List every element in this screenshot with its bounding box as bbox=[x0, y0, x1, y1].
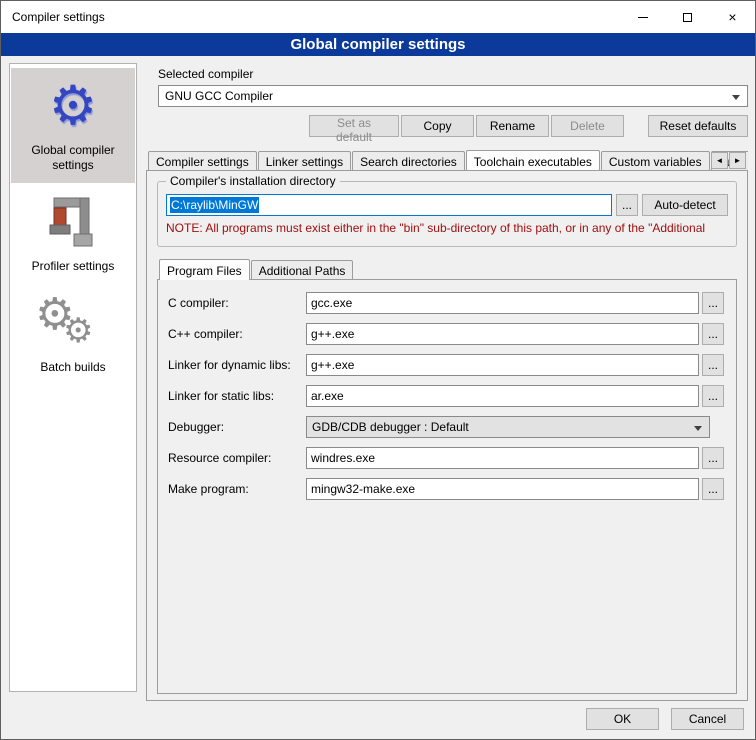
resource-compiler-label: Resource compiler: bbox=[168, 451, 306, 465]
dynamic-linker-label: Linker for dynamic libs: bbox=[168, 358, 306, 372]
tab-additional-paths[interactable]: Additional Paths bbox=[251, 260, 354, 279]
installation-directory-groupbox: Compiler's installation directory C:\ray… bbox=[157, 181, 737, 247]
page-title: Global compiler settings bbox=[1, 33, 755, 56]
delete-button: Delete bbox=[551, 115, 624, 137]
gear-icon: ⚙ bbox=[63, 311, 93, 351]
debugger-label: Debugger: bbox=[168, 420, 306, 434]
field-row: C compiler: ... bbox=[168, 292, 724, 314]
arrow-right-icon: ► bbox=[734, 156, 742, 165]
tab-program-files[interactable]: Program Files bbox=[159, 259, 250, 280]
field-row: Resource compiler: ... bbox=[168, 447, 724, 469]
maximize-icon bbox=[683, 13, 692, 22]
programs-subtabs: Program Files Additional Paths bbox=[157, 259, 737, 279]
compiler-select[interactable]: GNU GCC Compiler bbox=[158, 85, 748, 107]
window-controls: × bbox=[620, 1, 755, 33]
chevron-down-icon bbox=[694, 426, 702, 435]
c-compiler-input[interactable] bbox=[306, 292, 699, 314]
settings-tabstrip: Compiler settings Linker settings Search… bbox=[146, 150, 748, 170]
sidebar-item-label: Profiler settings bbox=[13, 259, 133, 274]
gear-icon: ⚙ bbox=[13, 76, 133, 136]
cpp-compiler-label: C++ compiler: bbox=[168, 327, 306, 341]
minimize-icon bbox=[638, 17, 648, 18]
copy-button[interactable]: Copy bbox=[401, 115, 474, 137]
sidebar-item-global-compiler-settings[interactable]: ⚙ Global compiler settings bbox=[11, 68, 135, 183]
sidebar-item-profiler-settings[interactable]: Profiler settings bbox=[11, 184, 135, 284]
window-title: Compiler settings bbox=[1, 10, 105, 24]
close-button[interactable]: × bbox=[710, 1, 755, 33]
browse-resource-compiler-button[interactable]: ... bbox=[702, 447, 724, 469]
set-as-default-button: Set as default bbox=[309, 115, 399, 137]
field-row: Make program: ... bbox=[168, 478, 724, 500]
tab-linker-settings[interactable]: Linker settings bbox=[258, 151, 351, 170]
note-text: NOTE: All programs must exist either in … bbox=[166, 221, 728, 235]
tab-scroll-left-button[interactable]: ◄ bbox=[711, 152, 728, 169]
browse-c-compiler-button[interactable]: ... bbox=[702, 292, 724, 314]
installation-directory-input[interactable]: C:\raylib\MinGW bbox=[166, 194, 612, 216]
selected-compiler-label: Selected compiler bbox=[158, 67, 748, 81]
field-row: C++ compiler: ... bbox=[168, 323, 724, 345]
installation-directory-row: C:\raylib\MinGW ... Auto-detect bbox=[166, 194, 728, 216]
debugger-select-value: GDB/CDB debugger : Default bbox=[312, 420, 469, 434]
field-row: Linker for dynamic libs: ... bbox=[168, 354, 724, 376]
tab-toolchain-executables[interactable]: Toolchain executables bbox=[466, 150, 600, 170]
field-row: Debugger: GDB/CDB debugger : Default bbox=[168, 416, 724, 438]
browse-make-program-button[interactable]: ... bbox=[702, 478, 724, 500]
profiler-icon bbox=[46, 194, 100, 252]
chevron-down-icon bbox=[732, 95, 740, 104]
browse-static-linker-button[interactable]: ... bbox=[702, 385, 724, 407]
program-files-panel: C compiler: ... C++ compiler: ... Linker… bbox=[157, 279, 737, 694]
auto-detect-button[interactable]: Auto-detect bbox=[642, 194, 728, 216]
resource-compiler-input[interactable] bbox=[306, 447, 699, 469]
tab-compiler-settings[interactable]: Compiler settings bbox=[148, 151, 257, 170]
minimize-button[interactable] bbox=[620, 1, 665, 33]
field-row: Linker for static libs: ... bbox=[168, 385, 724, 407]
sidebar-item-label: Batch builds bbox=[13, 360, 133, 375]
compiler-settings-window: Compiler settings × Global compiler sett… bbox=[0, 0, 756, 740]
arrow-left-icon: ◄ bbox=[716, 156, 724, 165]
cancel-button[interactable]: Cancel bbox=[671, 708, 744, 730]
make-program-input[interactable] bbox=[306, 478, 699, 500]
browse-dynamic-linker-button[interactable]: ... bbox=[702, 354, 724, 376]
dynamic-linker-input[interactable] bbox=[306, 354, 699, 376]
tab-search-directories[interactable]: Search directories bbox=[352, 151, 465, 170]
static-linker-input[interactable] bbox=[306, 385, 699, 407]
compiler-actions: Set as default Copy Rename Delete Reset … bbox=[158, 115, 748, 137]
cpp-compiler-input[interactable] bbox=[306, 323, 699, 345]
browse-installation-directory-button[interactable]: ... bbox=[616, 194, 638, 216]
batch-builds-icon: ⚙ ⚙ bbox=[13, 293, 133, 353]
make-program-label: Make program: bbox=[168, 482, 306, 496]
browse-cpp-compiler-button[interactable]: ... bbox=[702, 323, 724, 345]
ok-button[interactable]: OK bbox=[586, 708, 659, 730]
toolchain-executables-panel: Compiler's installation directory C:\ray… bbox=[146, 170, 748, 701]
rename-button[interactable]: Rename bbox=[476, 115, 549, 137]
compiler-select-value: GNU GCC Compiler bbox=[165, 89, 273, 103]
main-content: Selected compiler GNU GCC Compiler Set a… bbox=[146, 63, 748, 701]
maximize-button[interactable] bbox=[665, 1, 710, 33]
close-icon: × bbox=[728, 9, 736, 25]
static-linker-label: Linker for static libs: bbox=[168, 389, 306, 403]
settings-sidebar: ⚙ Global compiler settings Profiler sett… bbox=[9, 63, 137, 692]
title-bar: Compiler settings × bbox=[1, 1, 755, 33]
sidebar-item-batch-builds[interactable]: ⚙ ⚙ Batch builds bbox=[11, 285, 135, 385]
tab-scroll-controls: ◄ ► bbox=[711, 152, 746, 169]
debugger-select[interactable]: GDB/CDB debugger : Default bbox=[306, 416, 710, 438]
tab-scroll-right-button[interactable]: ► bbox=[729, 152, 746, 169]
dialog-footer: OK Cancel bbox=[586, 708, 744, 730]
sidebar-item-label: Global compiler settings bbox=[13, 143, 133, 173]
groupbox-title: Compiler's installation directory bbox=[166, 174, 340, 188]
tab-custom-variables[interactable]: Custom variables bbox=[601, 151, 710, 170]
installation-directory-value: C:\raylib\MinGW bbox=[170, 197, 259, 213]
reset-defaults-button[interactable]: Reset defaults bbox=[648, 115, 748, 137]
c-compiler-label: C compiler: bbox=[168, 296, 306, 310]
programs-subnotebook: Program Files Additional Paths C compile… bbox=[157, 259, 737, 694]
